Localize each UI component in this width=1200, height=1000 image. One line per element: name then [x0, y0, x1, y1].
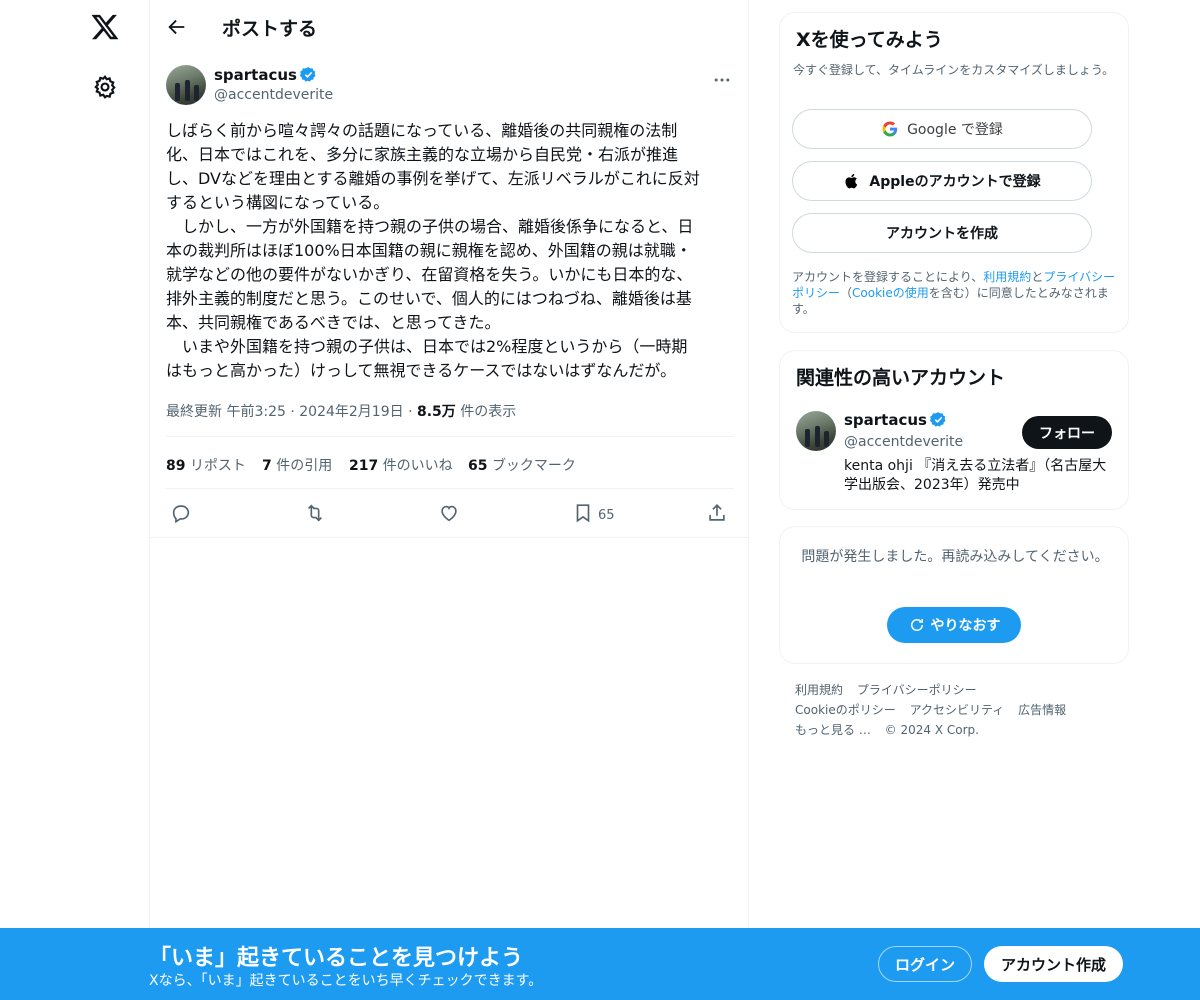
share-icon	[709, 504, 725, 521]
signup-legal: アカウントを登録することにより、利用規約とプライバシーポリシー（Cookieの使…	[792, 269, 1118, 317]
footer-cookie-link[interactable]: Cookieのポリシー	[795, 703, 896, 717]
post-stats: 89 リポスト 7 件の引用 217 件のいいね 65 ブックマーク	[166, 436, 734, 489]
login-button[interactable]: ログイン	[878, 946, 972, 982]
divider	[150, 537, 748, 538]
bottom-signup-bar: 「いま」起きていることを見つけよう Xなら、「いま」起きていることをいち早くチェ…	[0, 928, 1200, 1000]
footer-privacy-link[interactable]: プライバシーポリシー	[857, 683, 977, 697]
terms-link[interactable]: 利用規約	[983, 270, 1031, 284]
footer-terms-link[interactable]: 利用規約	[795, 683, 843, 697]
signup-card: Xを使ってみよう 今すぐ登録して、タイムラインをカスタマイズしましょう。 Goo…	[779, 12, 1129, 333]
x-logo-icon[interactable]	[90, 12, 120, 42]
likes-stat[interactable]: 217 件のいいね	[349, 455, 453, 475]
retry-button[interactable]: やりなおす	[887, 607, 1021, 643]
reposts-label: リポスト	[189, 458, 246, 474]
related-account-name[interactable]: spartacus	[844, 411, 947, 429]
bookmarks-stat[interactable]: 65 ブックマーク	[468, 455, 576, 475]
cookie-link[interactable]: Cookieの使用	[852, 286, 929, 300]
footer-accessibility-link[interactable]: アクセシビリティ	[910, 703, 1005, 717]
bottom-bar-subtitle: Xなら、「いま」起きていることをいち早くチェックできます。	[149, 973, 543, 989]
post-text: しばらく前から喧々諤々の話題になっている、離婚後の共同親権の法制 化、日本ではこ…	[166, 121, 700, 380]
apple-icon	[845, 173, 858, 189]
footer-ads-link[interactable]: 広告情報	[1018, 703, 1066, 717]
views-count: 8.5万	[416, 404, 456, 420]
related-title: 関連性の高いアカウント	[796, 367, 1006, 389]
reply-icon	[172, 505, 190, 524]
quotes-count: 7	[262, 458, 272, 474]
error-message: 問題が発生しました。再読み込みしてください。	[801, 549, 1109, 565]
google-signup-label: Google で登録	[907, 122, 1003, 138]
post-actions: 65	[166, 490, 734, 537]
likes-label: 件のいいね	[382, 458, 453, 474]
related-name-text[interactable]: spartacus	[844, 411, 927, 429]
repost-button[interactable]	[304, 502, 326, 524]
follow-button[interactable]: フォロー	[1022, 416, 1112, 449]
error-card: 問題が発生しました。再読み込みしてください。 やりなおす	[779, 526, 1129, 664]
reply-button[interactable]	[170, 502, 192, 524]
verified-icon	[299, 67, 316, 82]
footer-copyright: © 2024 X Corp.	[884, 723, 979, 737]
likes-count: 217	[349, 458, 379, 474]
author-handle[interactable]: @accentdeverite	[214, 87, 333, 103]
apple-signup-button[interactable]: Appleのアカウントで登録	[792, 161, 1092, 201]
bookmarks-count: 65	[468, 458, 488, 474]
bookmarks-label: ブックマーク	[491, 458, 576, 474]
refresh-icon	[910, 619, 923, 631]
footer-links: 利用規約 プライバシーポリシー Cookieのポリシー アクセシビリティ 広告情…	[795, 680, 1125, 740]
repost-icon	[307, 504, 323, 522]
related-account-bio: kenta ohji 『消え去る立法者』（名古屋大学出版会、2023年）発売中	[844, 458, 1107, 493]
verified-icon	[929, 412, 946, 427]
post-author: spartacus @accentdeverite	[166, 64, 734, 108]
share-button[interactable]	[706, 502, 728, 524]
apple-signup-label: Appleのアカウントで登録	[869, 174, 1041, 190]
meta-dot: ·	[408, 404, 413, 420]
google-icon	[882, 121, 898, 137]
reposts-stat[interactable]: 89 リポスト	[166, 455, 246, 475]
left-nav	[0, 0, 150, 1000]
bookmark-button[interactable]	[572, 502, 594, 524]
gear-icon[interactable]	[92, 74, 118, 100]
back-arrow-icon[interactable]	[166, 16, 188, 38]
create-account-button[interactable]: アカウントを作成	[792, 213, 1092, 253]
google-signup-button[interactable]: Google で登録	[792, 109, 1092, 149]
create-account-label: アカウントを作成	[886, 226, 998, 242]
avatar[interactable]	[166, 65, 206, 105]
related-account-handle[interactable]: @accentdeverite	[844, 434, 963, 450]
page-header: ポストする	[150, 0, 748, 53]
signup-subtitle: 今すぐ登録して、タイムラインをカスタマイズしましょう。	[793, 63, 1115, 77]
main-column: ポストする spartacus @accentdeverite しばらく前から喧…	[149, 0, 749, 1000]
post-date[interactable]: 2024年2月19日	[299, 404, 403, 420]
legal-and: と	[1031, 270, 1044, 284]
author-name-text[interactable]: spartacus	[214, 66, 297, 84]
bookmark-action-count: 65	[598, 508, 615, 523]
quotes-stat[interactable]: 7 件の引用	[262, 455, 332, 475]
signup-title: Xを使ってみよう	[796, 29, 943, 51]
quotes-label: 件の引用	[276, 458, 333, 474]
post-meta: 最終更新 午前3:25 · 2024年2月19日 · 8.5万 件の表示	[166, 401, 516, 421]
related-accounts-card: 関連性の高いアカウント spartacus @accentdeverite フォ…	[779, 350, 1129, 510]
retry-label: やりなおす	[930, 618, 1001, 634]
author-name[interactable]: spartacus	[214, 66, 317, 84]
page-title: ポストする	[222, 18, 318, 40]
updated-time[interactable]: 最終更新 午前3:25	[166, 404, 286, 420]
legal-paren: （	[840, 286, 853, 300]
meta-dot: ·	[290, 404, 295, 420]
signup-button[interactable]: アカウント作成	[984, 946, 1123, 982]
more-icon[interactable]	[712, 70, 732, 90]
avatar[interactable]	[796, 411, 836, 451]
bookmark-icon	[576, 504, 590, 523]
reposts-count: 89	[166, 458, 186, 474]
footer-more-link[interactable]: もっと見る …	[795, 723, 871, 737]
bottom-bar-title: 「いま」起きていることを見つけよう	[149, 946, 524, 971]
views-label: 件の表示	[460, 404, 517, 420]
like-icon	[441, 505, 457, 522]
like-button[interactable]	[438, 502, 460, 524]
legal-prefix: アカウントを登録することにより、	[792, 270, 984, 284]
